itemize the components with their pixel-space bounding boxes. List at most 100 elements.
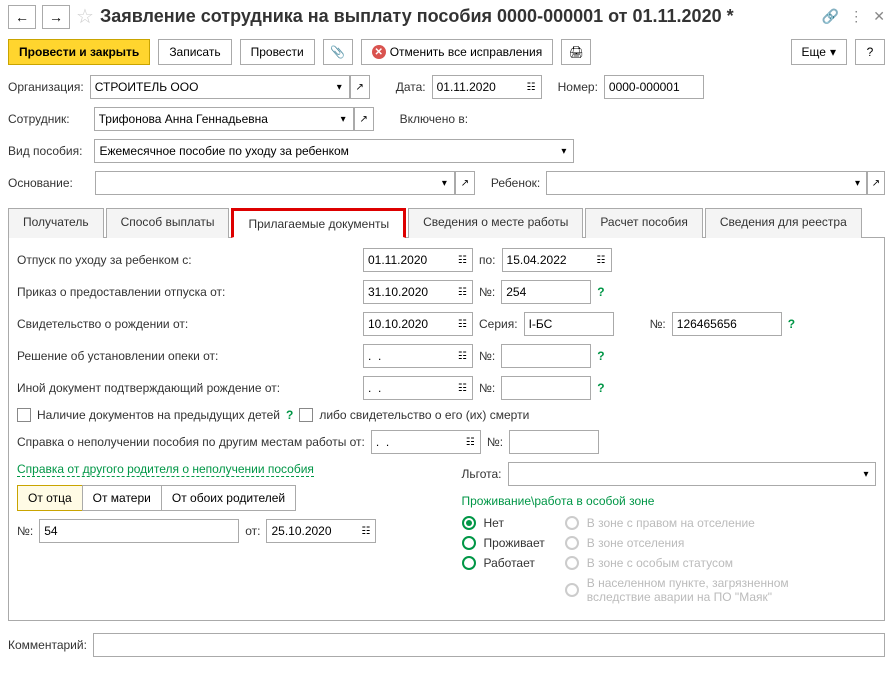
series-input[interactable] — [524, 312, 614, 336]
child-input[interactable] — [546, 171, 849, 195]
org-input[interactable] — [90, 75, 330, 99]
custody-hint-icon[interactable]: ? — [597, 349, 604, 363]
other-doc-no-input[interactable] — [501, 376, 591, 400]
leave-to-label: по: — [479, 253, 496, 267]
zone-status-radio — [565, 556, 579, 570]
order-cal-button[interactable]: ☷ — [453, 280, 473, 304]
help-button[interactable]: ? — [855, 39, 885, 65]
order-hint-icon[interactable]: ? — [597, 285, 604, 299]
basis-input[interactable] — [95, 171, 435, 195]
privilege-label: Льгота: — [462, 467, 502, 481]
zone-otsel-label: В зоне отселения — [587, 536, 685, 550]
zone-otsel-radio — [565, 536, 579, 550]
order-label: Приказ о предоставлении отпуска от: — [17, 285, 357, 299]
birth-cert-cal-button[interactable]: ☷ — [453, 312, 473, 336]
number-input[interactable] — [604, 75, 704, 99]
tab-recipient[interactable]: Получатель — [8, 208, 104, 238]
comment-input[interactable] — [93, 633, 885, 657]
non-receipt-cal-button[interactable]: ☷ — [461, 430, 481, 454]
page-title: Заявление сотрудника на выплату пособия … — [100, 6, 816, 27]
non-receipt-date-input[interactable] — [371, 430, 461, 454]
close-icon[interactable]: ✕ — [873, 8, 885, 25]
link-icon[interactable]: 🔗 — [822, 8, 839, 25]
date-calendar-button[interactable]: ☷ — [522, 75, 542, 99]
org-dropdown-button[interactable]: ▾ — [330, 75, 350, 99]
prev-children-hint-icon[interactable]: ? — [286, 408, 293, 422]
benefit-type-dropdown-button[interactable]: ▾ — [554, 139, 574, 163]
prev-children-label: Наличие документов на предыдущих детей — [37, 408, 280, 422]
death-cert-label: либо свидетельство о его (их) смерти — [319, 408, 529, 422]
zone-works-radio[interactable] — [462, 556, 476, 570]
basis-dropdown-button[interactable]: ▾ — [435, 171, 455, 195]
ref-no-input[interactable] — [39, 519, 239, 543]
order-date-input[interactable] — [363, 280, 453, 304]
non-receipt-no-label: №: — [487, 435, 503, 449]
employee-open-button[interactable]: ↗ — [354, 107, 374, 131]
child-dropdown-button[interactable]: ▾ — [849, 171, 867, 195]
employee-input[interactable] — [94, 107, 334, 131]
tab-workplace[interactable]: Сведения о месте работы — [408, 208, 583, 238]
zone-reloc-radio — [565, 516, 579, 530]
child-open-button[interactable]: ↗ — [867, 171, 885, 195]
other-doc-hint-icon[interactable]: ? — [597, 381, 604, 395]
forward-button[interactable]: → — [42, 5, 70, 29]
non-receipt-label: Справка о неполучении пособия по другим … — [17, 435, 365, 449]
employee-label: Сотрудник: — [8, 112, 70, 126]
included-label: Включено в: — [400, 112, 468, 126]
birth-cert-date-input[interactable] — [363, 312, 453, 336]
prev-children-checkbox[interactable] — [17, 408, 31, 422]
other-doc-no-label: №: — [479, 381, 495, 395]
other-doc-cal-button[interactable]: ☷ — [453, 376, 473, 400]
privilege-dropdown-button[interactable]: ▾ — [857, 462, 876, 486]
kebab-menu-icon[interactable]: ⋮ — [849, 8, 863, 25]
from-mother-button[interactable]: От матери — [82, 485, 162, 511]
employee-dropdown-button[interactable]: ▾ — [334, 107, 354, 131]
org-label: Организация: — [8, 80, 84, 94]
org-open-button[interactable]: ↗ — [350, 75, 370, 99]
order-no-input[interactable] — [501, 280, 591, 304]
birth-no-input[interactable] — [672, 312, 782, 336]
leave-from-cal-button[interactable]: ☷ — [453, 248, 473, 272]
series-label: Серия: — [479, 317, 518, 331]
tab-calculation[interactable]: Расчет пособия — [585, 208, 703, 238]
zone-no-radio[interactable] — [462, 516, 476, 530]
printer-icon: 🖨 — [569, 45, 584, 59]
custody-no-input[interactable] — [501, 344, 591, 368]
zone-reloc-label: В зоне с правом на отселение — [587, 516, 755, 530]
death-cert-checkbox[interactable] — [299, 408, 313, 422]
post-and-close-button[interactable]: Провести и закрыть — [8, 39, 150, 65]
from-both-button[interactable]: От обоих родителей — [161, 485, 296, 511]
custody-label: Решение об установлении опеки от: — [17, 349, 357, 363]
comment-label: Комментарий: — [8, 638, 87, 652]
date-input[interactable] — [432, 75, 522, 99]
cancel-corrections-button[interactable]: ✕Отменить все исправления — [361, 39, 554, 65]
attach-button[interactable]: 📎 — [323, 39, 353, 65]
custody-cal-button[interactable]: ☷ — [453, 344, 473, 368]
leave-to-input[interactable] — [502, 248, 592, 272]
favorite-star-icon[interactable]: ☆ — [76, 4, 94, 29]
basis-open-button[interactable]: ↗ — [455, 171, 475, 195]
custody-date-input[interactable] — [363, 344, 453, 368]
non-receipt-no-input[interactable] — [509, 430, 599, 454]
privilege-input[interactable] — [508, 462, 857, 486]
benefit-type-input[interactable] — [94, 139, 554, 163]
ref-date-input[interactable] — [266, 519, 356, 543]
more-button[interactable]: Еще ▾ — [791, 39, 847, 65]
zone-lives-radio[interactable] — [462, 536, 476, 550]
birth-cert-label: Свидетельство о рождении от: — [17, 317, 357, 331]
other-parent-link[interactable]: Справка от другого родителя о неполучени… — [17, 462, 314, 477]
post-button[interactable]: Провести — [240, 39, 315, 65]
other-doc-date-input[interactable] — [363, 376, 453, 400]
from-father-button[interactable]: От отца — [17, 485, 83, 511]
back-button[interactable]: ← — [8, 5, 36, 29]
print-button[interactable]: 🖨 — [561, 39, 591, 65]
birth-hint-icon[interactable]: ? — [788, 317, 795, 331]
ref-date-cal-button[interactable]: ☷ — [356, 519, 376, 543]
tab-payment-method[interactable]: Способ выплаты — [106, 208, 230, 238]
zone-no-label: Нет — [484, 516, 504, 530]
tab-documents[interactable]: Прилагаемые документы — [231, 208, 406, 238]
leave-from-input[interactable] — [363, 248, 453, 272]
save-button[interactable]: Записать — [158, 39, 231, 65]
tab-registry[interactable]: Сведения для реестра — [705, 208, 862, 238]
leave-to-cal-button[interactable]: ☷ — [592, 248, 612, 272]
